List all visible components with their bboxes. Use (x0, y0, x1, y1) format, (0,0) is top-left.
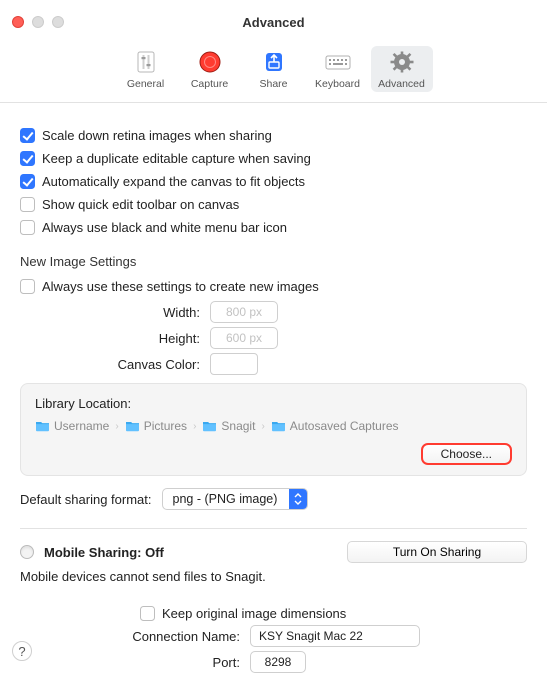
tab-share[interactable]: Share (243, 46, 305, 92)
checkbox-scale-down[interactable] (20, 128, 35, 143)
library-location-box: Library Location: Username › Pictures › … (20, 383, 527, 476)
checkbox-quick-edit[interactable] (20, 197, 35, 212)
tab-keyboard[interactable]: Keyboard (307, 46, 369, 92)
slider-icon (132, 50, 160, 74)
checkbox-bw-menubar[interactable] (20, 220, 35, 235)
checkbox-label: Always use these settings to create new … (42, 279, 319, 294)
record-icon (196, 50, 224, 74)
tab-advanced[interactable]: Advanced (371, 46, 433, 92)
separator (20, 528, 527, 529)
canvas-color-label: Canvas Color: (20, 357, 210, 372)
folder-crumb: Autosaved Captures (271, 419, 399, 433)
mobile-sharing-status: Mobile Sharing: Off (44, 545, 164, 560)
height-input[interactable] (210, 327, 278, 349)
sharing-format-label: Default sharing format: (20, 492, 152, 507)
chevron-right-icon: › (193, 421, 196, 432)
window-title: Advanced (0, 15, 547, 30)
folder-crumb: Pictures (125, 419, 187, 433)
checkbox-always-use-settings[interactable] (20, 279, 35, 294)
chevron-right-icon: › (261, 421, 264, 432)
folder-icon (202, 420, 217, 432)
connection-name-input[interactable] (250, 625, 420, 647)
choose-library-button[interactable]: Choose... (421, 443, 512, 465)
chevron-right-icon: › (115, 421, 118, 432)
select-value: png - (PNG image) (163, 492, 290, 506)
checkbox-label: Always use black and white menu bar icon (42, 220, 287, 235)
share-icon (260, 50, 288, 74)
chevron-up-down-icon (289, 489, 307, 509)
gear-icon (388, 50, 416, 74)
keyboard-icon (324, 50, 352, 74)
checkbox-label: Automatically expand the canvas to fit o… (42, 174, 305, 189)
tab-label: Share (259, 78, 287, 90)
checkbox-label: Scale down retina images when sharing (42, 128, 272, 143)
width-input[interactable] (210, 301, 278, 323)
folder-crumb: Username (35, 419, 109, 433)
port-label: Port: (20, 655, 250, 670)
tab-general[interactable]: General (115, 46, 177, 92)
canvas-color-swatch[interactable] (210, 353, 258, 375)
folder-crumb: Snagit (202, 419, 255, 433)
sharing-format-select[interactable]: png - (PNG image) (162, 488, 309, 510)
folder-icon (35, 420, 50, 432)
help-button[interactable]: ? (12, 641, 32, 661)
checkbox-auto-expand[interactable] (20, 174, 35, 189)
checkbox-keep-dimensions[interactable] (140, 606, 155, 621)
tab-label: Advanced (378, 78, 425, 90)
library-path: Username › Pictures › Snagit › Autosaved… (35, 419, 512, 433)
tab-label: Capture (191, 78, 228, 90)
library-location-label: Library Location: (35, 396, 512, 411)
mobile-sharing-desc: Mobile devices cannot send files to Snag… (20, 569, 527, 584)
status-indicator-off (20, 545, 34, 559)
checkbox-label: Show quick edit toolbar on canvas (42, 197, 239, 212)
connection-name-label: Connection Name: (20, 629, 250, 644)
folder-icon (125, 420, 140, 432)
checkbox-label: Keep original image dimensions (162, 606, 346, 621)
section-new-image: New Image Settings (20, 254, 527, 269)
folder-icon (271, 420, 286, 432)
checkbox-keep-duplicate[interactable] (20, 151, 35, 166)
width-label: Width: (20, 305, 210, 320)
prefs-toolbar: General Capture Share Keyboard Advanced (0, 44, 547, 103)
height-label: Height: (20, 331, 210, 346)
turn-on-sharing-button[interactable]: Turn On Sharing (347, 541, 527, 563)
tab-label: Keyboard (315, 78, 360, 90)
tab-capture[interactable]: Capture (179, 46, 241, 92)
checkbox-label: Keep a duplicate editable capture when s… (42, 151, 311, 166)
tab-label: General (127, 78, 164, 90)
port-input[interactable] (250, 651, 306, 673)
